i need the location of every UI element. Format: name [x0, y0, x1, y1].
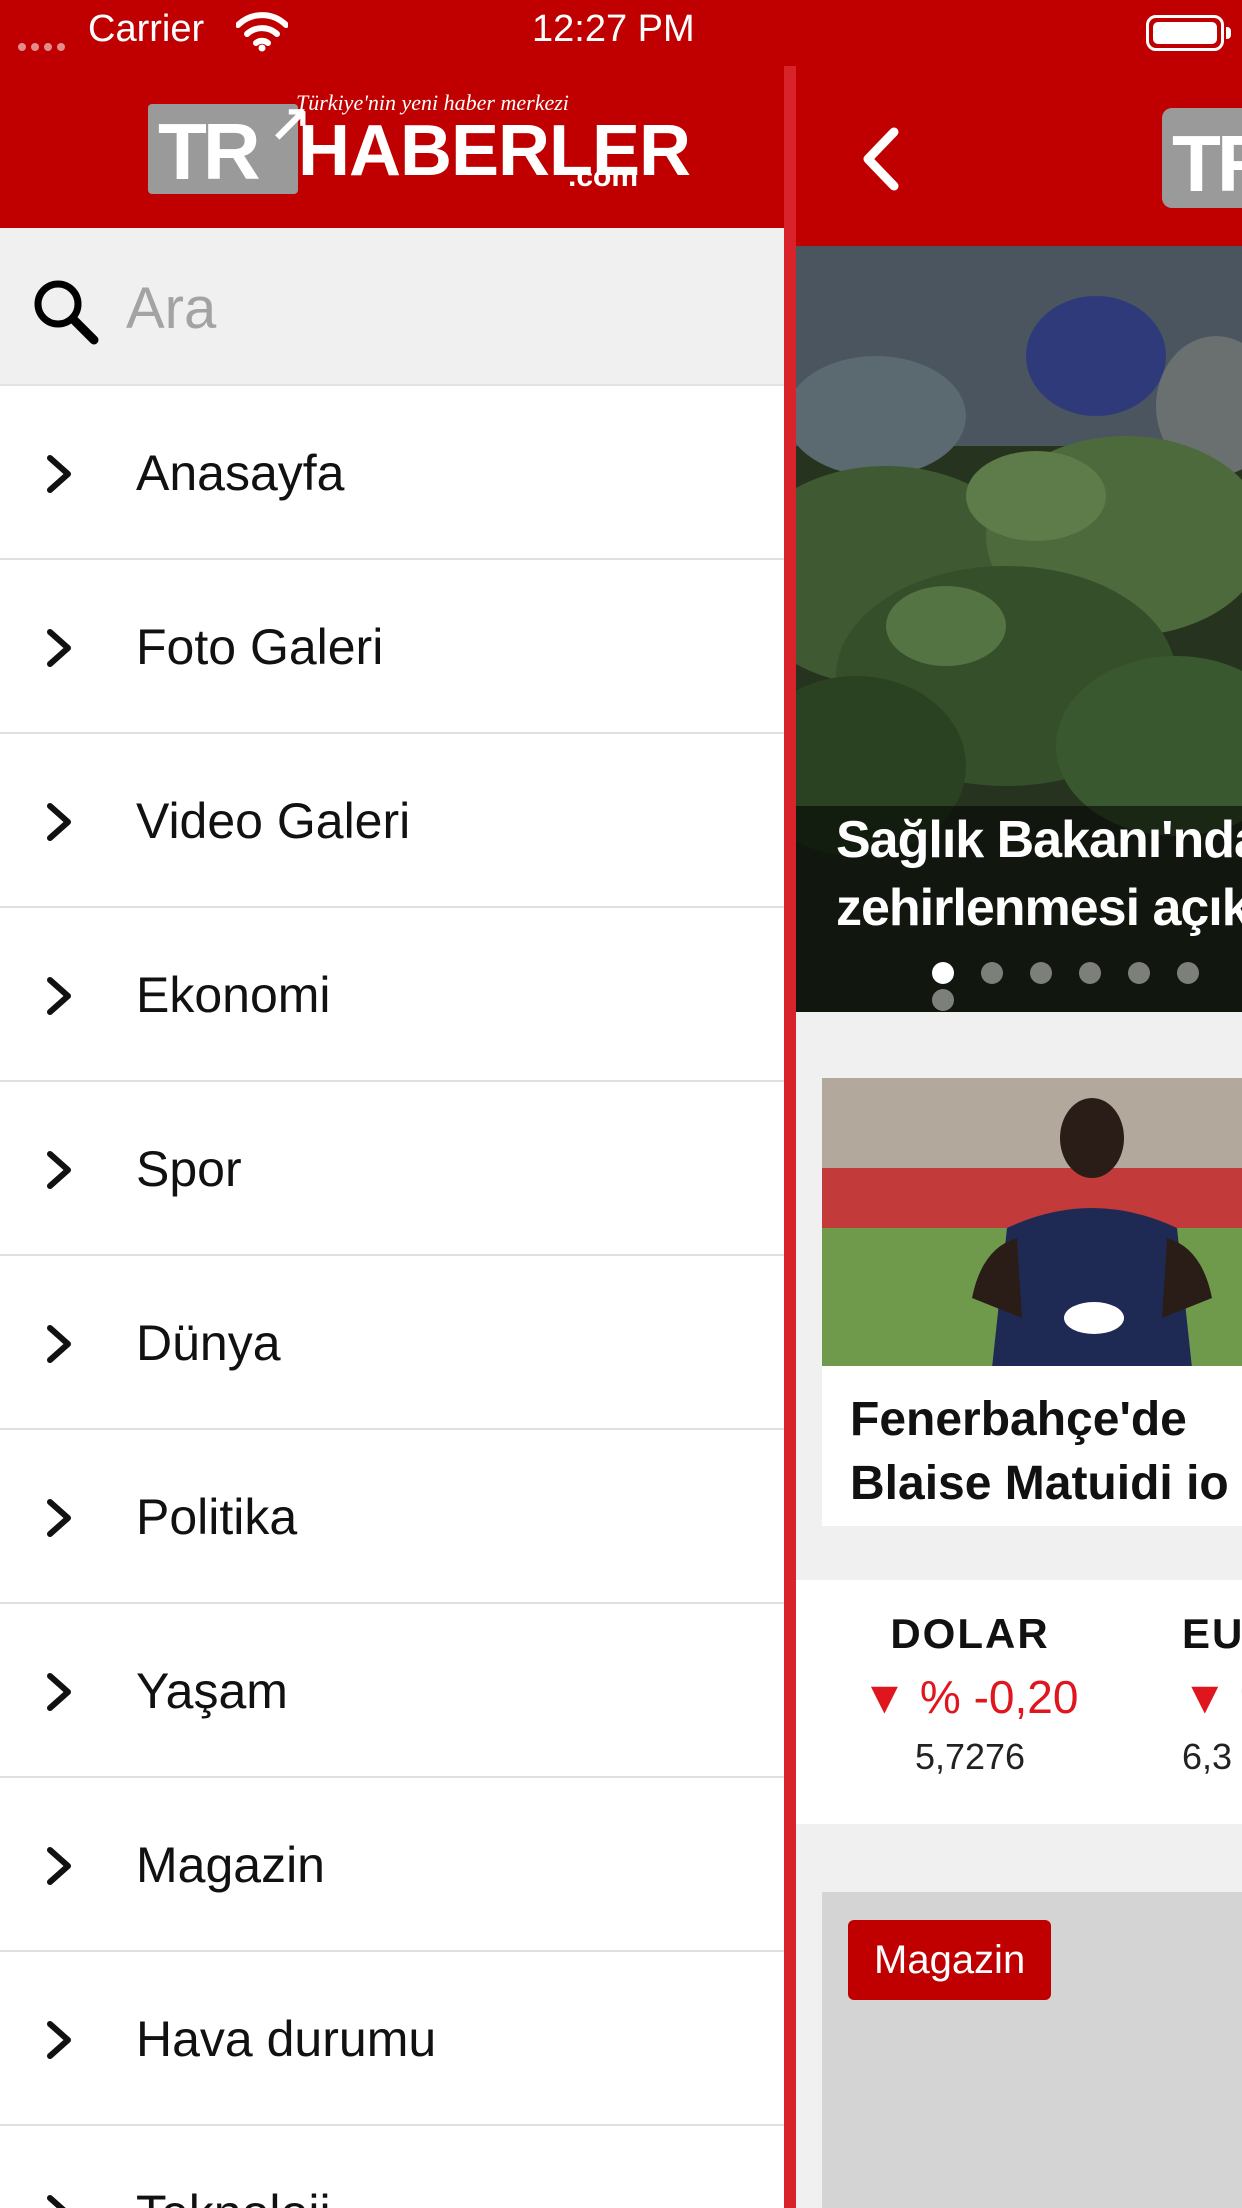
chevron-right-icon — [47, 2195, 66, 2208]
menu-item-ekonomi[interactable]: Ekonomi — [0, 908, 784, 1082]
page-dot[interactable] — [1177, 962, 1199, 984]
menu-item-dunya[interactable]: Dünya — [0, 1256, 784, 1430]
brand-logo-partial[interactable]: TR — [1162, 108, 1242, 208]
chevron-right-icon — [47, 803, 71, 841]
currency-dolar[interactable]: DOLAR ▼ % -0,20 5,7276 — [840, 1610, 1100, 1778]
menu-header: TR ↗ HABERLER .com Türkiye'nin yeni habe… — [0, 66, 784, 228]
menu-item-teknoloji[interactable]: Teknoloji — [0, 2126, 784, 2208]
chevron-right-icon — [47, 2021, 71, 2059]
slider-headline-line: Sağlık Bakanı'nda — [836, 811, 1242, 869]
status-bar: Carrier 12:27 PM — [0, 0, 1242, 66]
menu-item-label: Dünya — [136, 1315, 281, 1371]
brand-logo[interactable]: TR ↗ HABERLER .com Türkiye'nin yeni habe… — [148, 90, 691, 200]
side-menu: TR ↗ HABERLER .com Türkiye'nin yeni habe… — [0, 66, 784, 2208]
page-indicator[interactable] — [932, 962, 1242, 1012]
menu-item-label: Hava durumu — [136, 2011, 437, 2067]
headline-slider[interactable]: Sağlık Bakanı'nda zehirlenmesi açık — [796, 246, 1242, 1012]
slider-headline: Sağlık Bakanı'nda zehirlenmesi açık — [836, 806, 1242, 942]
news-title-line: Fenerbahçe'de — [850, 1393, 1187, 1446]
wifi-icon — [236, 12, 288, 52]
menu-item-label: Magazin — [136, 1837, 325, 1893]
chevron-right-icon — [47, 1847, 71, 1885]
page-dot[interactable] — [932, 989, 954, 1011]
logo-suffix-text: .com — [568, 160, 639, 193]
chevron-right-icon — [47, 1151, 71, 1189]
chevron-right-icon — [47, 455, 71, 493]
menu-item-foto-galeri[interactable]: Foto Galeri — [0, 560, 784, 734]
menu-item-label: Foto Galeri — [136, 619, 384, 675]
signal-strength-icon — [18, 38, 70, 56]
menu-item-label: Ekonomi — [136, 967, 331, 1023]
page-dot[interactable] — [1128, 962, 1150, 984]
menu-item-label: Video Galeri — [136, 793, 411, 849]
menu-item-label: Teknoloji — [136, 2184, 331, 2208]
drawer-divider — [784, 66, 796, 2208]
logo-tr-text: TR — [1172, 119, 1242, 208]
search-bar[interactable] — [0, 228, 784, 386]
currency-name: DOLAR — [890, 1610, 1050, 1657]
menu-item-spor[interactable]: Spor — [0, 1082, 784, 1256]
currency-change: ▼ % — [1182, 1671, 1242, 1723]
menu-item-label: Spor — [136, 1141, 242, 1197]
chevron-right-icon — [47, 1499, 71, 1537]
menu-list: Anasayfa Foto Galeri Video Galeri Ekonom… — [0, 386, 784, 2208]
news-title-line: Blaise Matuidi io — [850, 1457, 1229, 1510]
menu-item-magazin[interactable]: Magazin — [0, 1778, 784, 1952]
menu-item-yasam[interactable]: Yaşam — [0, 1604, 784, 1778]
chevron-right-icon — [47, 1325, 71, 1363]
menu-item-label: Politika — [136, 1489, 298, 1545]
page-dot[interactable] — [1079, 962, 1101, 984]
currency-euro[interactable]: EU ▼ % 6,3 — [1182, 1610, 1242, 1778]
search-icon — [34, 280, 99, 345]
menu-item-politika[interactable]: Politika — [0, 1430, 784, 1604]
clock: 12:27 PM — [532, 8, 695, 50]
battery-icon — [1146, 15, 1231, 51]
back-chevron-icon[interactable] — [858, 126, 902, 192]
menu-item-label: Anasayfa — [136, 445, 345, 501]
slider-headline-line: zehirlenmesi açık — [836, 879, 1242, 937]
category-badge: Magazin — [848, 1920, 1052, 2000]
currency-name: EU — [1182, 1610, 1242, 1657]
logo-tagline: Türkiye'nin yeni haber merkezi — [296, 90, 569, 115]
menu-item-anasayfa[interactable]: Anasayfa — [0, 386, 784, 560]
news-title: Fenerbahçe'de Blaise Matuidi io — [850, 1388, 1242, 1516]
story-card[interactable]: Magazin — [822, 1892, 1242, 2208]
currency-ticker[interactable]: DOLAR ▼ % -0,20 5,7276 EU ▼ % 6,3 — [796, 1580, 1242, 1824]
main-header: TR — [796, 66, 1242, 246]
currency-change: ▼ % -0,20 — [861, 1671, 1079, 1723]
news-photo — [822, 1078, 1242, 1366]
carrier-label: Carrier — [88, 8, 205, 50]
search-input[interactable] — [126, 268, 726, 348]
main-content: TR Sağlık Bakanı'nda zehirlenmesi açık — [796, 66, 1242, 2208]
chevron-right-icon — [47, 629, 71, 667]
chevron-right-icon — [47, 977, 71, 1015]
currency-value: 5,7276 — [914, 1736, 1026, 1777]
currency-value: 6,3 — [1182, 1736, 1233, 1777]
page-dot[interactable] — [981, 962, 1003, 984]
chevron-right-icon — [47, 1673, 71, 1711]
menu-item-video-galeri[interactable]: Video Galeri — [0, 734, 784, 908]
menu-item-hava-durumu[interactable]: Hava durumu — [0, 1952, 784, 2126]
menu-item-label: Yaşam — [136, 1663, 288, 1719]
page-dot[interactable] — [1030, 962, 1052, 984]
news-card[interactable]: Fenerbahçe'de Blaise Matuidi io — [822, 1078, 1242, 1526]
page-dot[interactable] — [932, 962, 954, 984]
logo-tr-text: TR — [158, 107, 261, 196]
